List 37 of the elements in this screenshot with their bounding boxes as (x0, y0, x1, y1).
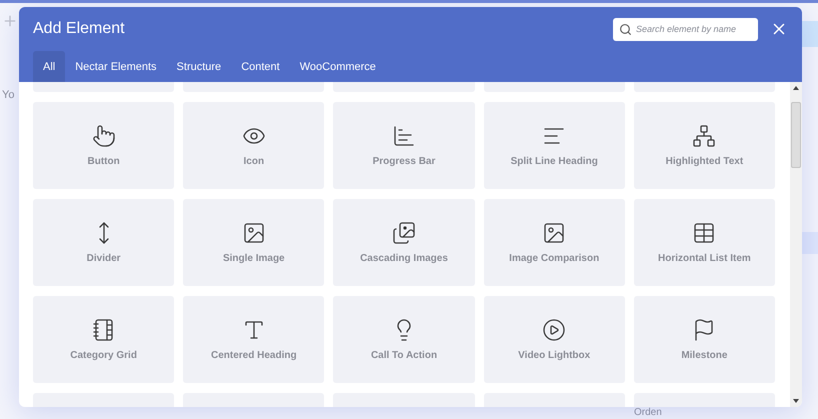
search-icon (619, 22, 632, 36)
element-card[interactable]: Highlighted Text (634, 102, 775, 189)
scrollbar-thumb[interactable] (791, 102, 801, 168)
scroll-down-arrow-icon[interactable] (793, 399, 799, 403)
background-label: Orden (634, 407, 662, 418)
element-card[interactable]: Split Line Heading (484, 102, 625, 189)
element-card[interactable]: Button (33, 102, 174, 189)
element-card[interactable]: Divider (33, 199, 174, 286)
element-card[interactable]: Image Comparison (484, 199, 625, 286)
scrollbar[interactable] (790, 82, 802, 407)
scroll-up-arrow-icon[interactable] (793, 86, 799, 90)
list-table-icon (692, 221, 716, 245)
plus-icon (2, 13, 18, 29)
tab[interactable]: All (33, 51, 66, 82)
element-card[interactable]: Call To Action (333, 296, 475, 383)
element-card[interactable]: Video Lightbox (484, 296, 625, 383)
search-field[interactable]: Search element by name (613, 18, 758, 40)
tab[interactable]: Content (231, 51, 290, 82)
element-card[interactable]: Single Image (183, 199, 324, 286)
tab[interactable]: Structure (166, 51, 232, 82)
picture-icon (242, 221, 266, 245)
tab[interactable]: Nectar Elements (65, 51, 167, 82)
pointing-hand-icon (92, 124, 116, 148)
stacked-pictures-icon (392, 221, 416, 245)
element-card[interactable]: Milestone (634, 296, 775, 383)
element-card[interactable]: Centered Heading (183, 296, 324, 383)
tab[interactable]: WooCommerce (290, 51, 386, 82)
picture-icon (542, 221, 566, 245)
element-card[interactable]: Horizontal List Item (634, 199, 775, 286)
element-card[interactable]: Icon (183, 102, 324, 189)
element-card[interactable]: Cascading Images (333, 199, 475, 286)
background-label: Yo (2, 89, 16, 101)
play-circle-icon (542, 318, 566, 342)
horizontal-bars-icon (392, 124, 416, 148)
dialog-title: Add Element (33, 20, 126, 38)
element-card[interactable]: Progress Bar (333, 102, 475, 189)
element-card[interactable]: Category Grid (33, 296, 174, 383)
